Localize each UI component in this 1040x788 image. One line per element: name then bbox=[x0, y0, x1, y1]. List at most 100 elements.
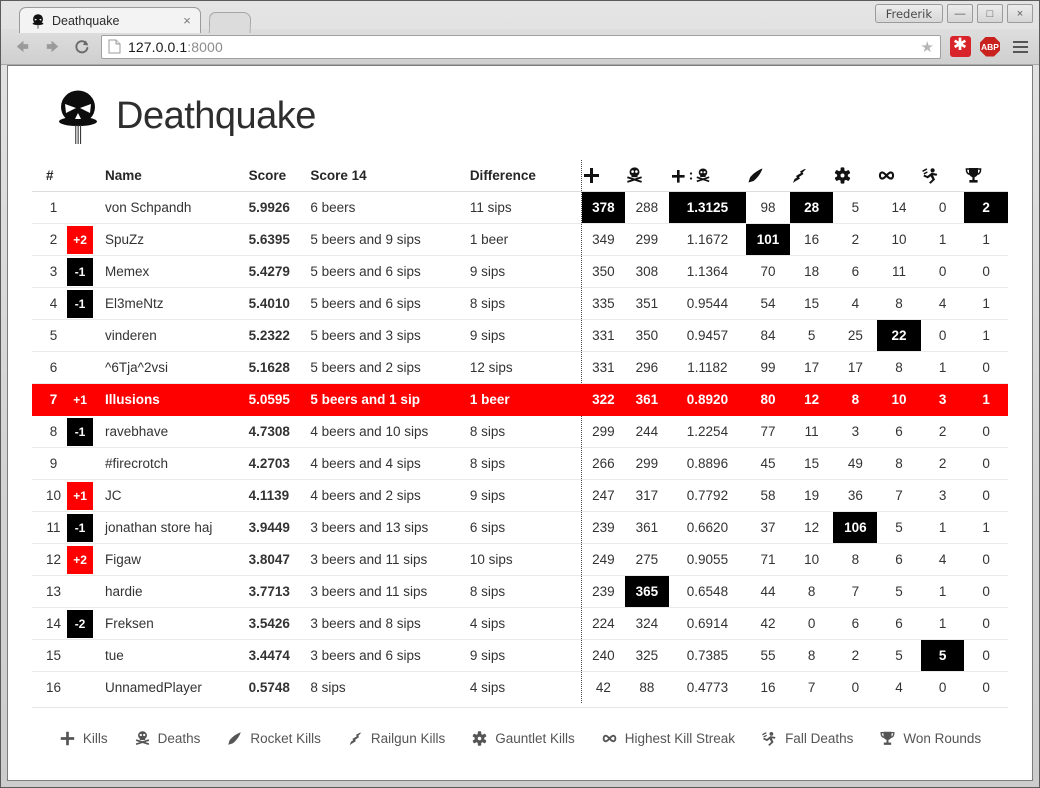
stat-value-best: 365 bbox=[624, 576, 669, 607]
row-stat-cell: 6 bbox=[833, 607, 878, 640]
stat-value: 1 bbox=[982, 296, 990, 311]
table-row[interactable]: 15 tue 3.4474 3 beers and 6 sips 9 sips 240 32… bbox=[32, 639, 1008, 672]
column-header-movement bbox=[67, 160, 94, 192]
stat-value: 99 bbox=[760, 360, 776, 375]
column-header-fall[interactable] bbox=[920, 160, 965, 192]
menu-icon[interactable] bbox=[1009, 36, 1031, 58]
extension-asterisk-icon[interactable]: ✱ bbox=[949, 36, 971, 58]
infinity-icon bbox=[601, 730, 618, 747]
row-player-name[interactable]: vinderen bbox=[93, 319, 243, 352]
adblock-plus-icon[interactable]: ABP bbox=[979, 36, 1001, 58]
column-header-rocket[interactable] bbox=[746, 160, 790, 192]
row-player-name[interactable]: UnnamedPlayer bbox=[93, 672, 243, 704]
table-row[interactable]: 12 +2 Figaw 3.8047 3 beers and 11 sips 10 sip… bbox=[32, 543, 1008, 576]
forward-icon[interactable] bbox=[41, 36, 63, 58]
row-stat-cell: 5 bbox=[877, 639, 921, 672]
minimize-button[interactable]: — bbox=[947, 4, 973, 23]
table-row[interactable]: 14 -2 Freksen 3.5426 3 beers and 8 sips 4 sip… bbox=[32, 607, 1008, 640]
column-header-streak[interactable] bbox=[877, 160, 921, 192]
column-header-difference[interactable]: Difference bbox=[463, 160, 582, 192]
stat-value: 4 bbox=[938, 296, 947, 311]
close-window-button[interactable]: × bbox=[1007, 4, 1033, 23]
stat-value: 0.8896 bbox=[686, 456, 729, 471]
stat-value: 6 bbox=[895, 552, 903, 567]
column-header-deaths[interactable] bbox=[624, 160, 669, 192]
table-row[interactable]: 4 -1 El3meNtz 5.4010 5 beers and 6 sips 8 sip… bbox=[32, 287, 1008, 320]
row-player-name[interactable]: El3meNtz bbox=[93, 287, 243, 320]
abp-glyph: ABP bbox=[980, 36, 1000, 57]
row-stat-cell: 224 bbox=[581, 607, 625, 640]
stat-value: 5 bbox=[895, 648, 903, 663]
row-stat-cell: 37 bbox=[746, 511, 790, 544]
stat-value: 0 bbox=[938, 680, 947, 695]
page-viewport: Deathquake # Name Score Score 14 Differe… bbox=[7, 65, 1033, 781]
row-player-name[interactable]: SpuZz bbox=[93, 223, 243, 256]
reload-icon[interactable] bbox=[71, 36, 93, 58]
row-rank: 15 bbox=[32, 639, 68, 672]
row-stat-cell: 106 bbox=[833, 511, 878, 544]
stat-value: 275 bbox=[635, 552, 659, 567]
column-header-gauntlet[interactable] bbox=[833, 160, 878, 192]
browser-tab[interactable]: Deathquake × bbox=[19, 7, 201, 33]
column-header-railgun[interactable] bbox=[789, 160, 834, 192]
row-player-name[interactable]: #firecrotch bbox=[93, 447, 243, 480]
row-stat-cell: 1.3125 bbox=[668, 191, 747, 224]
row-player-name[interactable]: tue bbox=[93, 639, 243, 672]
row-score: 4.2703 bbox=[242, 447, 305, 480]
row-stat-cell: 325 bbox=[624, 639, 669, 672]
table-row[interactable]: 6 ^6Tja^2vsi 5.1628 5 beers and 2 sips 12 si… bbox=[32, 351, 1008, 384]
deaths-icon bbox=[134, 730, 151, 747]
user-chip[interactable]: Frederik bbox=[874, 4, 943, 23]
stat-value: 325 bbox=[635, 648, 659, 663]
column-header-ratio[interactable] bbox=[668, 160, 747, 192]
row-stat-cell: 0.6914 bbox=[668, 607, 747, 640]
close-icon[interactable]: × bbox=[180, 14, 194, 28]
column-header-rank[interactable]: # bbox=[32, 160, 68, 192]
back-icon[interactable] bbox=[11, 36, 33, 58]
address-bar[interactable]: 127.0.0.1:8000 ★ bbox=[101, 34, 941, 59]
bookmark-star-icon[interactable]: ★ bbox=[921, 38, 934, 56]
table-row[interactable]: 5 vinderen 5.2322 5 beers and 3 sips 9 sips 3… bbox=[32, 319, 1008, 352]
column-header-score14[interactable]: Score 14 bbox=[304, 160, 464, 192]
row-stat-cell: 6 bbox=[877, 415, 921, 448]
row-player-name[interactable]: ^6Tja^2vsi bbox=[93, 351, 243, 384]
table-row[interactable]: 7 +1 Illusions 5.0595 5 beers and 1 sip 1 bee… bbox=[32, 383, 1008, 416]
table-row[interactable]: 3 -1 Memex 5.4279 5 beers and 6 sips 9 sips 35… bbox=[32, 255, 1008, 288]
table-row[interactable]: 13 hardie 3.7713 3 beers and 11 sips 8 sips 2… bbox=[32, 575, 1008, 608]
column-header-score[interactable]: Score bbox=[242, 160, 305, 192]
table-row[interactable]: 11 -1 jonathan store haj 3.9449 3 beers and … bbox=[32, 511, 1008, 544]
maximize-button[interactable]: □ bbox=[977, 4, 1003, 23]
row-player-name[interactable]: von Schpandh bbox=[93, 191, 243, 224]
stat-value: 36 bbox=[847, 488, 863, 503]
table-row[interactable]: 8 -1 ravebhave 4.7308 4 beers and 10 sips 8 s… bbox=[32, 415, 1008, 448]
row-player-name[interactable]: Freksen bbox=[93, 607, 243, 640]
row-stat-cell: 3 bbox=[920, 383, 965, 416]
column-header-kills[interactable] bbox=[581, 160, 625, 192]
row-stat-cell: 10 bbox=[877, 223, 921, 256]
table-row[interactable]: 10 +1 JC 4.1139 4 beers and 2 sips 9 sips 247 3… bbox=[32, 479, 1008, 512]
row-movement-cell: -1 bbox=[67, 287, 94, 320]
row-player-name[interactable]: Figaw bbox=[93, 543, 243, 576]
row-stat-cell: 45 bbox=[746, 447, 790, 480]
table-row[interactable]: 1 von Schpandh 5.9926 6 beers 11 sips 378 288 1… bbox=[32, 191, 1008, 224]
row-stat-cell: 8 bbox=[877, 287, 921, 320]
table-row[interactable]: 9 #firecrotch 4.2703 4 beers and 4 sips 8 si… bbox=[32, 447, 1008, 480]
row-player-name[interactable]: jonathan store haj bbox=[93, 511, 243, 544]
row-stat-cell: 5 bbox=[877, 511, 921, 544]
new-tab-button[interactable] bbox=[208, 12, 252, 33]
stat-value: 17 bbox=[847, 360, 863, 375]
row-player-name[interactable]: hardie bbox=[93, 575, 243, 608]
stat-value: 58 bbox=[760, 488, 776, 503]
row-score14: 3 beers and 8 sips bbox=[304, 607, 464, 640]
row-stat-cell: 10 bbox=[789, 543, 834, 576]
table-row[interactable]: 2 +2 SpuZz 5.6395 5 beers and 9 sips 1 beer 34… bbox=[32, 223, 1008, 256]
row-player-name[interactable]: Illusions bbox=[93, 383, 243, 416]
table-row[interactable]: 16 UnnamedPlayer 0.5748 8 sips 4 sips 42 88 0.4… bbox=[32, 671, 1008, 704]
row-stat-cell: 8 bbox=[789, 639, 834, 672]
row-player-name[interactable]: JC bbox=[93, 479, 243, 512]
row-player-name[interactable]: Memex bbox=[93, 255, 243, 288]
stat-value: 45 bbox=[760, 456, 776, 471]
column-header-name[interactable]: Name bbox=[93, 160, 243, 192]
column-header-rounds[interactable] bbox=[964, 160, 1008, 192]
row-player-name[interactable]: ravebhave bbox=[93, 415, 243, 448]
